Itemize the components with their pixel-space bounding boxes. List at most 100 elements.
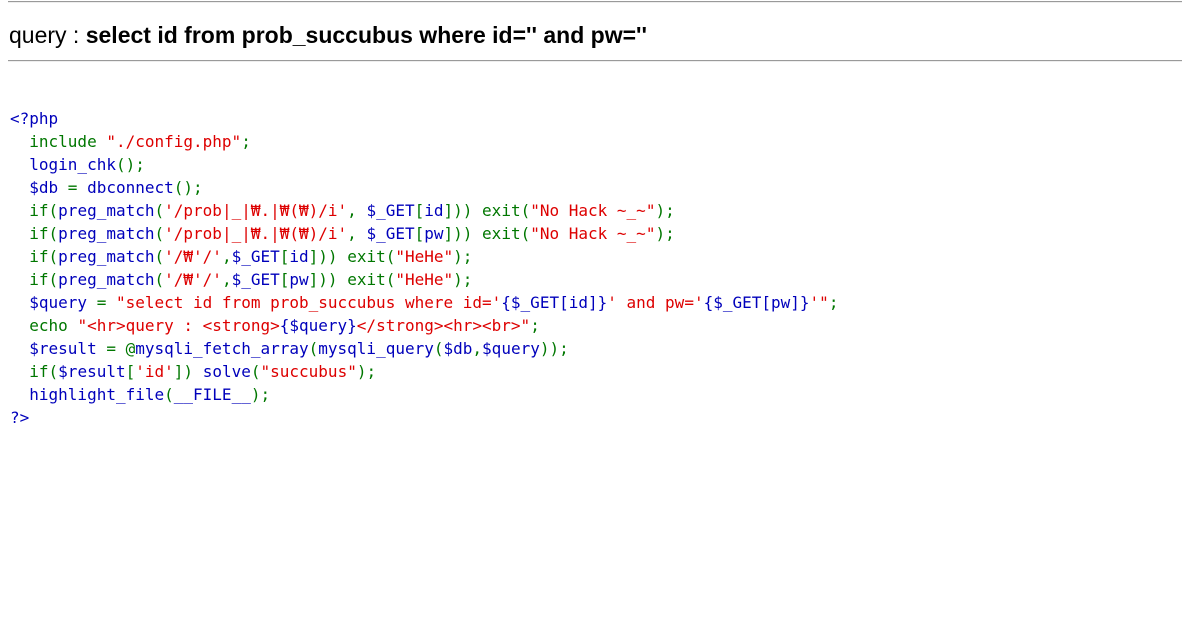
code-token: </strong><hr><br>" — [356, 316, 531, 335]
code-token: {$_GET[pw]} — [703, 293, 810, 312]
query-label: query : — [9, 22, 86, 48]
code-token: "HeHe" — [395, 247, 454, 266]
code-token: ; — [530, 316, 540, 335]
code-line: if($result['id']) solve("succubus"); — [10, 360, 838, 383]
code-line: echo "<hr>query : <strong>{$query}</stro… — [10, 314, 838, 337]
code-token: "No Hack ~_~" — [530, 224, 656, 243]
code-token: if( — [29, 270, 59, 289]
code-line: if(preg_match('/₩'/',$_GET[id])) exit("H… — [10, 245, 838, 268]
code-token: $_GET — [366, 224, 415, 243]
code-line: <?php — [10, 107, 838, 130]
code-token: "<hr>query : <strong> — [77, 316, 280, 335]
code-token: , — [347, 224, 367, 243]
code-token: dbconnect — [87, 178, 174, 197]
code-line: if(preg_match('/₩'/',$_GET[pw])) exit("H… — [10, 268, 838, 291]
code-token: id — [424, 201, 444, 220]
code-token: $db — [10, 178, 68, 197]
code-token: if( — [29, 224, 59, 243]
code-token: '/₩'/' — [164, 247, 222, 266]
code-token: preg_match — [58, 247, 155, 266]
query-sql: select id from prob_succubus where id=''… — [85, 22, 647, 48]
code-token: preg_match — [58, 270, 155, 289]
code-token: id — [289, 247, 309, 266]
code-token: ]) — [173, 362, 203, 381]
code-token: echo — [29, 316, 78, 335]
code-token: "./config.php" — [106, 132, 242, 151]
code-token: )); — [539, 339, 569, 358]
code-token: ( — [154, 201, 165, 220]
code-token: ); — [250, 385, 271, 404]
code-token: mysqli_fetch_array — [135, 339, 309, 358]
code-token: $query — [482, 339, 540, 358]
code-token: ); — [356, 362, 377, 381]
page: query : select id from prob_succubus whe… — [0, 0, 1182, 630]
code-token: if( — [29, 247, 59, 266]
code-token: highlight_file — [10, 385, 165, 404]
code-token: ( — [154, 270, 165, 289]
code-token: (); — [173, 178, 203, 197]
code-token: ( — [164, 385, 174, 404]
code-token: [ — [414, 201, 425, 220]
code-token: pw — [424, 224, 444, 243]
code-token: '/prob|_|₩.|₩(₩)/i' — [164, 224, 348, 243]
code-token: ])) exit( — [308, 270, 396, 289]
code-token: "HeHe" — [395, 270, 454, 289]
code-token: $_GET — [231, 247, 280, 266]
code-token: ' and pw=' — [607, 293, 704, 312]
code-token: solve — [202, 362, 251, 381]
code-token: [ — [279, 270, 290, 289]
code-token: [ — [125, 362, 136, 381]
horizontal-rule-top — [8, 1, 1182, 3]
code-token: login_chk — [10, 155, 116, 174]
code-token: mysqli_query — [318, 339, 434, 358]
code-token: ); — [453, 270, 473, 289]
code-token: , — [347, 201, 367, 220]
code-line: $query = "select id from prob_succubus w… — [10, 291, 838, 314]
code-token: $_GET — [366, 201, 415, 220]
query-line: query : select id from prob_succubus whe… — [9, 20, 647, 50]
code-token: ( — [433, 339, 444, 358]
code-token: ?> — [10, 408, 30, 427]
code-token: '/prob|_|₩.|₩(₩)/i' — [164, 201, 348, 220]
code-token: = — [67, 178, 88, 197]
code-token: [ — [279, 247, 290, 266]
code-token: preg_match — [58, 224, 155, 243]
code-token: [ — [414, 224, 425, 243]
code-token: ; — [241, 132, 251, 151]
code-token: "succubus" — [260, 362, 357, 381]
code-token: '/₩'/' — [164, 270, 222, 289]
code-token: $result — [58, 362, 126, 381]
code-line: $result = @mysqli_fetch_array (mysqli_que… — [10, 337, 838, 360]
code-token: "No Hack ~_~" — [530, 201, 656, 220]
code-token: if( — [29, 201, 59, 220]
code-token: $result — [10, 339, 107, 358]
code-token: $db — [443, 339, 473, 358]
code-line: login_chk(); — [10, 153, 838, 176]
code-token: $query — [10, 293, 97, 312]
code-line: include "./config.php"; — [10, 130, 838, 153]
horizontal-rule-bottom — [8, 60, 1182, 62]
code-token: $_GET — [231, 270, 280, 289]
code-line: $db = dbconnect(); — [10, 176, 838, 199]
code-token: ); — [453, 247, 473, 266]
code-token: preg_match — [58, 201, 155, 220]
code-token: , — [472, 339, 483, 358]
code-token: "select id from prob_succubus where id=' — [115, 293, 502, 312]
code-token: ])) exit( — [443, 224, 531, 243]
code-token: ; — [828, 293, 839, 312]
code-token: ); — [655, 201, 675, 220]
code-token: ])) exit( — [443, 201, 531, 220]
code-line: highlight_file(__FILE__); — [10, 383, 838, 406]
code-line: if(preg_match('/prob|_|₩.|₩(₩)/i', $_GET… — [10, 199, 838, 222]
code-token: = — [96, 293, 116, 312]
code-token: ( — [154, 224, 165, 243]
code-token: ( — [154, 247, 165, 266]
code-token: = @ — [106, 339, 136, 358]
